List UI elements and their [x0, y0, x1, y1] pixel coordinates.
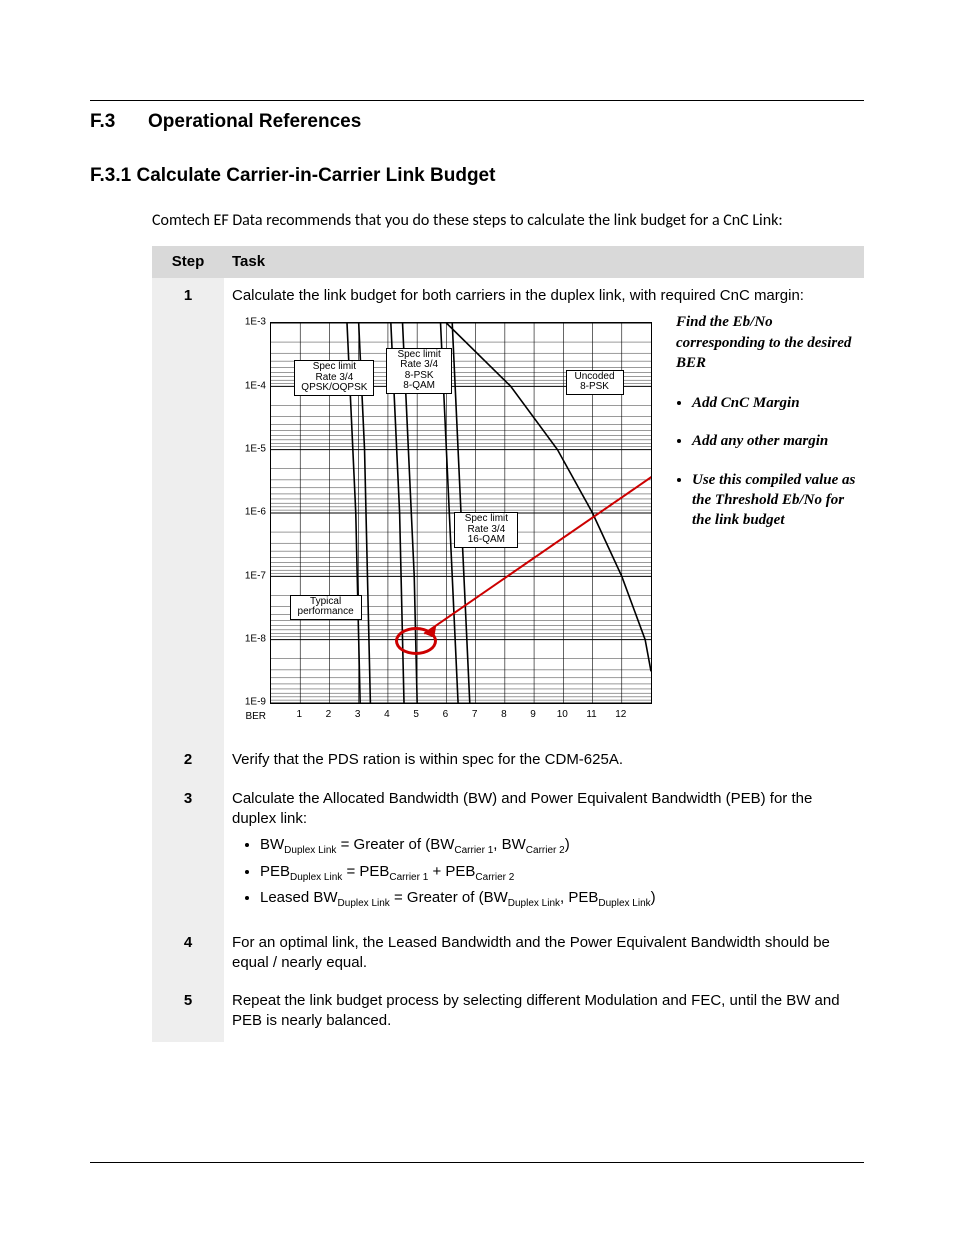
bottom-rule — [90, 1162, 864, 1163]
chart-annotation-spec_16qam: Spec limit Rate 3/4 16-QAM — [454, 512, 518, 548]
table-row: 3 Calculate the Allocated Bandwidth (BW)… — [152, 781, 864, 925]
ber-chart: 1E-31E-41E-51E-61E-71E-81E-9BER123456789… — [232, 312, 662, 732]
chart-xtick: 5 — [406, 708, 426, 722]
chart-xtick: 10 — [552, 708, 572, 722]
chart-xtick: 1 — [289, 708, 309, 722]
top-rule — [90, 100, 864, 101]
chart-xtick: 12 — [611, 708, 631, 722]
step3-li3: Leased BWDuplex Link = Greater of (BWDup… — [260, 888, 856, 911]
col-task: Task — [224, 246, 864, 278]
side-bullet-2: Add any other margin — [692, 431, 856, 451]
chart-highlight-ring — [395, 627, 437, 655]
heading-f3: F.3Operational References — [90, 109, 864, 135]
heading-f3-text: Operational References — [148, 111, 361, 132]
chart-annotation-spec_qpsk: Spec limit Rate 3/4 QPSK/OQPSK — [294, 360, 374, 396]
chart-xtick: 6 — [435, 708, 455, 722]
chart-ytick: 1E-6 — [232, 506, 266, 520]
table-row: 4 For an optimal link, the Leased Bandwi… — [152, 925, 864, 984]
chart-xtick: 11 — [582, 708, 602, 722]
chart-xtick: 7 — [465, 708, 485, 722]
chart-ylabel: BER — [232, 710, 266, 724]
step-number: 4 — [152, 925, 224, 984]
table-row: 1 Calculate the link budget for both car… — [152, 278, 864, 742]
chart-xtick: 2 — [318, 708, 338, 722]
table-row: 5 Repeat the link budget process by sele… — [152, 983, 864, 1042]
chart-annotation-typical: Typical performance — [290, 595, 362, 620]
chart-wrapper: 1E-31E-41E-51E-61E-71E-81E-9BER123456789… — [232, 312, 856, 732]
side-lead: Find the Eb/No corresponding to the desi… — [676, 312, 856, 373]
chart-ytick: 1E-9 — [232, 696, 266, 710]
chart-annotation-uncoded: Uncoded 8-PSK — [566, 370, 624, 395]
chart-xtick: 8 — [494, 708, 514, 722]
step5-task: Repeat the link budget process by select… — [224, 983, 864, 1042]
chart-ytick: 1E-8 — [232, 632, 266, 646]
step3-li1: BWDuplex Link = Greater of (BWCarrier 1,… — [260, 835, 856, 858]
step-number: 3 — [152, 781, 224, 925]
intro-text: Comtech EF Data recommends that you do t… — [152, 210, 864, 232]
page: F.3Operational References F.3.1 Calculat… — [0, 0, 954, 1235]
chart-side-callout: Find the Eb/No corresponding to the desi… — [676, 312, 856, 548]
heading-f3-num: F.3 — [90, 109, 148, 135]
step-number: 1 — [152, 278, 224, 742]
heading-f31: F.3.1 Calculate Carrier-in-Carrier Link … — [90, 163, 864, 189]
chart-ytick: 1E-5 — [232, 442, 266, 456]
chart-ytick: 1E-4 — [232, 379, 266, 393]
chart-xtick: 4 — [377, 708, 397, 722]
chart-annotation-spec_8psk: Spec limit Rate 3/4 8-PSK 8-QAM — [386, 348, 452, 394]
col-step: Step — [152, 246, 224, 278]
steps-table: Step Task 1 Calculate the link budget fo… — [152, 246, 864, 1042]
step3-li2: PEBDuplex Link = PEBCarrier 1 + PEBCarri… — [260, 862, 856, 885]
chart-xtick: 9 — [523, 708, 543, 722]
step-number: 2 — [152, 742, 224, 780]
chart-ytick: 1E-3 — [232, 316, 266, 330]
step-number: 5 — [152, 983, 224, 1042]
table-row: 2 Verify that the PDS ration is within s… — [152, 742, 864, 780]
step1-lead: Calculate the link budget for both carri… — [232, 286, 856, 306]
chart-ytick: 1E-7 — [232, 569, 266, 583]
side-bullet-1: Add CnC Margin — [692, 393, 856, 413]
chart-xtick: 3 — [348, 708, 368, 722]
step1-task: Calculate the link budget for both carri… — [224, 278, 864, 742]
step2-task: Verify that the PDS ration is within spe… — [224, 742, 864, 780]
step3-lead: Calculate the Allocated Bandwidth (BW) a… — [232, 789, 856, 830]
step3-task: Calculate the Allocated Bandwidth (BW) a… — [224, 781, 864, 925]
side-bullet-3: Use this compiled value as the Threshold… — [692, 470, 856, 531]
step4-task: For an optimal link, the Leased Bandwidt… — [224, 925, 864, 984]
